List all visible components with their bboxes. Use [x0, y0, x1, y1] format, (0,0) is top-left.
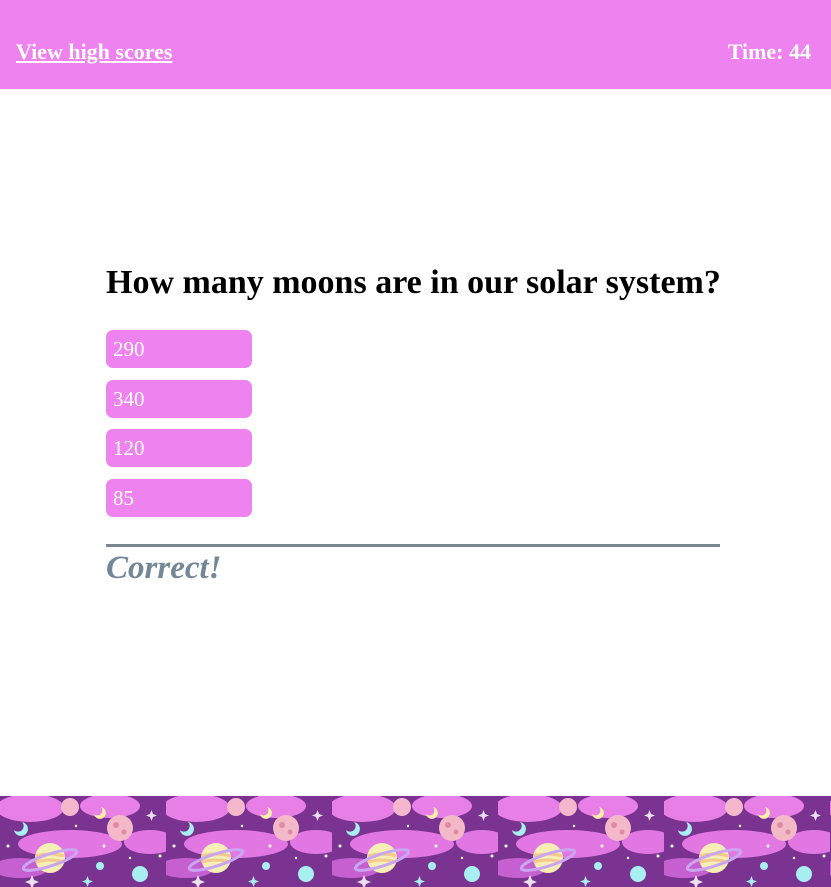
- header-bar: View high scores Time: 44: [0, 0, 831, 89]
- quiz-container: How many moons are in our solar system? …: [106, 262, 721, 528]
- timer-label: Time:: [727, 39, 784, 64]
- space-pattern-footer: [0, 796, 831, 887]
- answer-button[interactable]: 340: [106, 379, 252, 418]
- feedback-divider: [106, 544, 720, 547]
- answer-choices: 290 340 120 85: [106, 330, 720, 517]
- timer: Time: 44: [728, 39, 811, 65]
- feedback-text: Correct!: [106, 550, 222, 586]
- answer-button[interactable]: 85: [106, 478, 252, 517]
- answer-button[interactable]: 290: [106, 330, 252, 368]
- space-planets-pattern-icon: [0, 796, 831, 887]
- timer-value: 44: [789, 39, 811, 64]
- view-high-scores-link[interactable]: View high scores: [16, 39, 172, 65]
- question-title: How many moons are in our solar system?: [106, 264, 721, 301]
- answer-button[interactable]: 120: [106, 429, 252, 467]
